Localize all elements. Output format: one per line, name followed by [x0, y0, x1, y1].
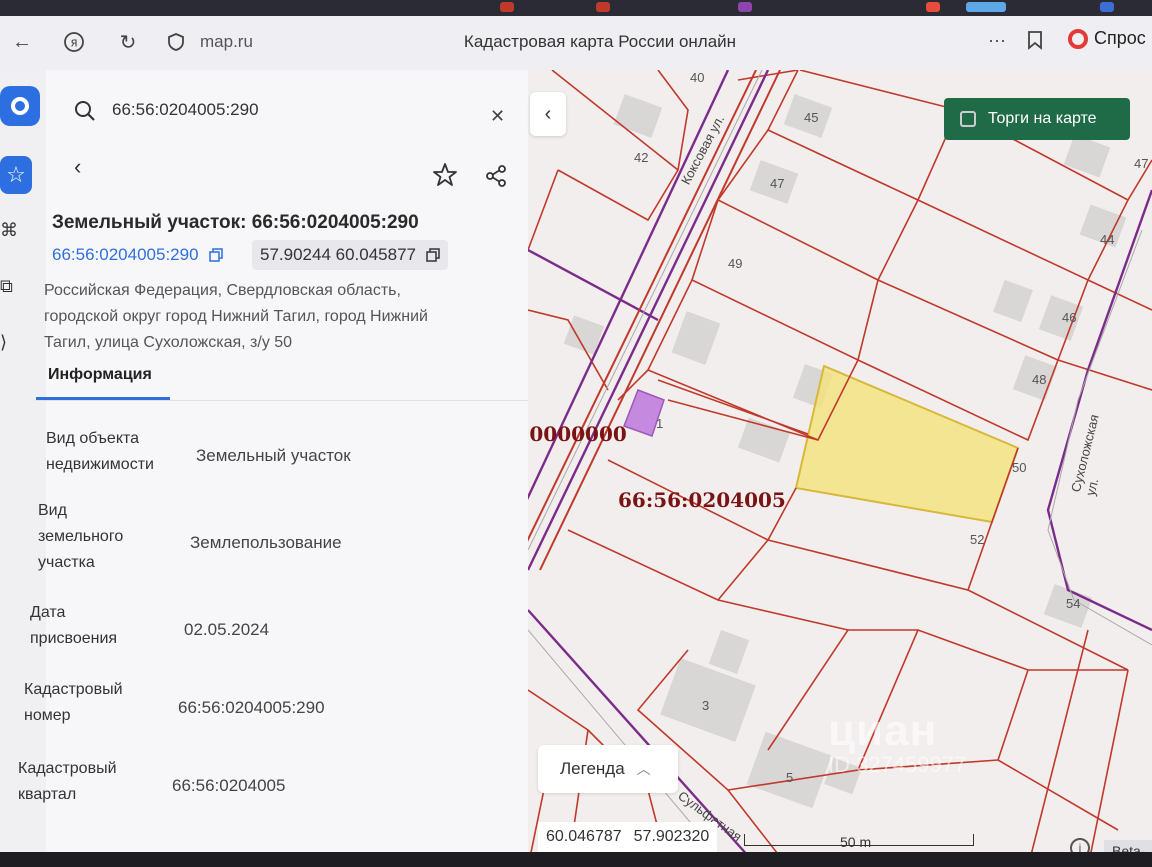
shield-icon	[168, 33, 184, 51]
taskbar-icon[interactable]	[1100, 2, 1114, 12]
taskbar-icon[interactable]	[926, 2, 940, 12]
field-label-land-type: Вид земельного участка	[38, 502, 124, 571]
alice-ask-button[interactable]: Спрос	[1068, 28, 1146, 49]
auctions-toggle[interactable]: Торги на карте	[944, 98, 1130, 140]
screen: ← я ↻ map.ru Кадастровая карта России он…	[0, 0, 1152, 867]
collapse-panel-button[interactable]: ‹	[530, 92, 566, 136]
search-input[interactable]: 66:56:0204005:290	[112, 100, 259, 120]
copy-icon[interactable]	[208, 248, 223, 262]
house-number: 40	[690, 70, 705, 85]
house-number: 3	[702, 698, 710, 713]
house-number: 44	[1100, 232, 1115, 247]
house-number: 50	[1012, 460, 1027, 475]
yandex-icon[interactable]: я	[60, 28, 88, 56]
bookmark-icon[interactable]	[1026, 30, 1044, 55]
taskbar-icon[interactable]	[500, 2, 514, 12]
cursor-lat: 57.902320	[633, 828, 710, 845]
reload-icon[interactable]: ↻	[114, 28, 142, 56]
app-logo-icon[interactable]	[0, 86, 40, 126]
tool-icon[interactable]: ⟩	[0, 332, 20, 354]
object-address: Российская Федерация, Свердловская облас…	[44, 282, 428, 351]
house-number: 42	[634, 150, 649, 165]
coordinates-chip[interactable]: 57.90244 60.045877	[252, 240, 448, 270]
cadastral-number-text: 66:56:0204005:290	[52, 245, 199, 264]
taskbar-icon[interactable]	[966, 2, 1006, 12]
star-icon[interactable]	[432, 162, 458, 188]
field-value-cadastral-number: 66:56:0204005:290	[178, 698, 325, 717]
house-number: 5	[786, 770, 794, 785]
field-label-object-type: Вид объекта недвижимости	[46, 430, 154, 473]
left-rail: ☆ ⌘ ⧉ ⟩	[0, 70, 46, 867]
svg-text:я: я	[70, 36, 77, 50]
field-value-date: 02.05.2024	[184, 620, 270, 639]
field-value-cadastral-quarter: 66:56:0204005	[172, 776, 286, 795]
address-bar[interactable]: map.ru	[158, 25, 418, 59]
cursor-lon: 60.046787	[546, 828, 622, 845]
ruler-icon[interactable]: ⌘	[0, 220, 20, 242]
layers-icon[interactable]: ⧉	[0, 276, 20, 298]
field-label-cadastral-number: Кадастровый номер	[24, 681, 123, 724]
tab-information[interactable]: Информация	[48, 366, 152, 384]
browser-toolbar: ← я ↻ map.ru Кадастровая карта России он…	[0, 16, 1152, 71]
copy-icon[interactable]	[426, 248, 440, 262]
house-number: 1	[656, 416, 664, 431]
back-arrow-icon[interactable]: ←	[8, 28, 36, 56]
coordinates-text: 57.90244 60.045877	[260, 245, 416, 264]
house-number: 52	[970, 532, 985, 547]
scale-bar: 50 m	[744, 824, 974, 850]
url-text: map.ru	[200, 32, 253, 51]
selected-parcel	[794, 364, 1020, 524]
house-number: 54	[1066, 596, 1081, 611]
back-chevron-icon[interactable]: ‹	[74, 154, 81, 180]
legend-button[interactable]: Легенда ︿	[538, 745, 678, 793]
cursor-coordinates: 60.046787 57.902320	[538, 822, 718, 852]
taskbar-icon[interactable]	[596, 2, 610, 12]
cadastral-number-link[interactable]: 66:56:0204005:290	[44, 240, 231, 270]
field-label-cadastral-quarter: Кадастровый квартал	[18, 760, 117, 803]
favorites-star-icon[interactable]: ☆	[0, 156, 32, 194]
house-number: 47	[1134, 156, 1149, 171]
legend-label: Легенда	[560, 759, 625, 778]
house-number: 49	[728, 256, 743, 271]
os-bottom-bar	[0, 852, 1152, 867]
alice-ask-label: Спрос	[1094, 28, 1146, 48]
quarter-label: 66:56:0204005	[618, 488, 786, 512]
checkbox[interactable]	[960, 111, 976, 127]
more-icon[interactable]: ···	[988, 30, 1006, 51]
divider	[36, 400, 528, 401]
house-number: 47	[770, 176, 785, 191]
share-icon[interactable]	[484, 164, 508, 188]
field-value-land-type: Землепользование	[190, 533, 342, 552]
object-title: Земельный участок: 66:56:0204005:290	[52, 212, 419, 233]
search-icon[interactable]	[72, 98, 98, 124]
close-icon[interactable]: ✕	[490, 106, 505, 127]
field-label-date: Дата присвоения	[30, 604, 118, 647]
house-number: 46	[1062, 310, 1077, 325]
os-taskbar	[0, 0, 1152, 16]
alice-icon	[1068, 28, 1088, 49]
cian-watermark: циан ID 327459977	[828, 706, 967, 777]
scale-label: 50 m	[840, 834, 872, 850]
taskbar-icon[interactable]	[738, 2, 752, 12]
auctions-label: Торги на карте	[988, 110, 1097, 127]
house-number: 45	[804, 110, 819, 125]
page-title: Кадастровая карта России онлайн	[463, 32, 737, 51]
field-value-object-type: Земельный участок	[196, 446, 351, 465]
house-number: 48	[1032, 372, 1047, 387]
quarter-label-partial: :0000000	[528, 422, 627, 446]
chevron-up-icon: ︿	[636, 761, 651, 777]
